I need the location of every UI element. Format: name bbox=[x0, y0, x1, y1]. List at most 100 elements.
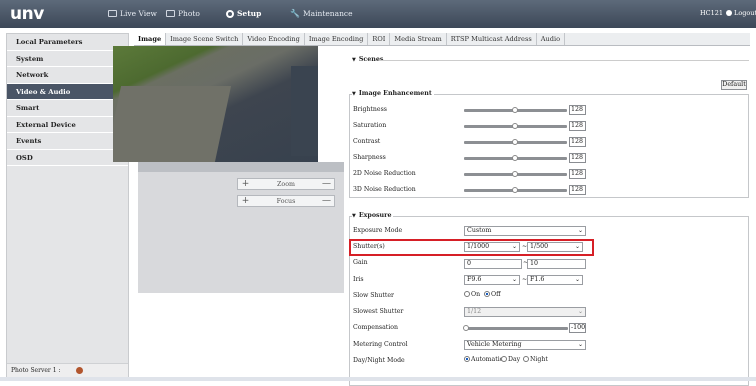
collapse-icon: ▼ bbox=[352, 56, 356, 63]
status-led-icon bbox=[76, 367, 83, 374]
tab-audio[interactable]: Audio bbox=[537, 33, 566, 45]
chevron-down-icon: ⌄ bbox=[511, 276, 517, 283]
zoom-in-button[interactable]: + bbox=[238, 179, 253, 189]
tab-bar: Image Image Scene Switch Video Encoding … bbox=[134, 33, 750, 46]
saturation-label: Saturation bbox=[353, 122, 387, 129]
daynight-label: Day/Night Mode bbox=[353, 357, 405, 364]
iris-label: Iris bbox=[353, 276, 364, 283]
photo-icon bbox=[166, 10, 175, 17]
brightness-value[interactable]: 128 bbox=[569, 105, 586, 115]
exposure-mode-select[interactable]: Custom ⌄ bbox=[464, 226, 586, 236]
sidebar-item-external-device[interactable]: External Device bbox=[7, 116, 128, 133]
top-bar: unv Live View Photo Setup 🔧 Maintenance H… bbox=[0, 0, 756, 28]
radio-icon[interactable] bbox=[464, 291, 470, 297]
sidebar-item-smart[interactable]: Smart bbox=[7, 100, 128, 117]
image-enhancement-header[interactable]: ▼ Image Enhancement bbox=[352, 90, 434, 97]
slider-handle[interactable] bbox=[512, 187, 518, 193]
iris-min-select[interactable]: F9.6 ⌄ bbox=[464, 275, 520, 285]
exposure-mode-label: Exposure Mode bbox=[353, 227, 403, 234]
contrast-value[interactable]: 128 bbox=[569, 137, 586, 147]
focus-control: + Focus — bbox=[237, 195, 335, 207]
slider-handle[interactable] bbox=[463, 325, 469, 331]
slider-handle[interactable] bbox=[512, 107, 518, 113]
compensation-label: Compensation bbox=[353, 324, 398, 331]
nav-live-view[interactable]: Live View bbox=[108, 9, 157, 18]
tab-rtsp-multicast[interactable]: RTSP Multicast Address bbox=[447, 33, 537, 45]
gear-icon bbox=[226, 9, 234, 18]
slow-shutter-off-radio[interactable]: Off bbox=[484, 291, 500, 298]
zoom-control: + Zoom — bbox=[237, 178, 335, 190]
slowest-shutter-select[interactable]: 1/12 ⌄ bbox=[464, 307, 586, 317]
daynight-automatic-radio[interactable]: Automatic bbox=[464, 356, 503, 363]
radio-icon[interactable] bbox=[523, 356, 529, 362]
iris-max-select[interactable]: F1.6 ⌄ bbox=[527, 275, 583, 285]
chevron-down-icon: ⌄ bbox=[574, 276, 580, 283]
zoom-label: Zoom bbox=[277, 180, 295, 188]
exposure-header[interactable]: ▼ Exposure bbox=[352, 212, 394, 219]
monitor-icon bbox=[108, 10, 117, 17]
slider-handle[interactable] bbox=[512, 155, 518, 161]
slider-handle[interactable] bbox=[512, 123, 518, 129]
brightness-slider[interactable] bbox=[464, 107, 567, 113]
wrench-icon: 🔧 bbox=[290, 9, 300, 18]
focus-out-button[interactable]: — bbox=[319, 196, 334, 206]
metering-label: Metering Control bbox=[353, 341, 408, 348]
chevron-down-icon: ⌄ bbox=[577, 308, 583, 315]
username: HC121 bbox=[700, 9, 724, 17]
slow-shutter-on-radio[interactable]: On bbox=[464, 291, 480, 298]
collapse-icon: ▼ bbox=[352, 212, 356, 219]
metering-select[interactable]: Vehicle Metering ⌄ bbox=[464, 340, 586, 350]
chevron-down-icon: ⌄ bbox=[577, 227, 583, 234]
sidebar-item-network[interactable]: Network bbox=[7, 67, 128, 84]
radio-icon[interactable] bbox=[501, 356, 507, 362]
compensation-value[interactable]: -100 bbox=[569, 323, 586, 333]
logout-button[interactable]: Logout bbox=[726, 9, 756, 17]
focus-in-button[interactable]: + bbox=[238, 196, 253, 206]
sharpness-slider[interactable] bbox=[464, 155, 567, 161]
daynight-night-radio[interactable]: Night bbox=[523, 356, 548, 363]
sidebar-item-events[interactable]: Events bbox=[7, 133, 128, 150]
nav-photo[interactable]: Photo bbox=[166, 9, 200, 18]
gain-max-input[interactable]: 10 bbox=[527, 259, 586, 269]
compensation-slider[interactable] bbox=[463, 325, 568, 331]
noise-3d-value[interactable]: 128 bbox=[569, 185, 586, 195]
chevron-down-icon: ⌄ bbox=[577, 341, 583, 348]
tab-media-stream[interactable]: Media Stream bbox=[390, 33, 447, 45]
gain-min-input[interactable]: 0 bbox=[464, 259, 522, 269]
default-button[interactable]: Default bbox=[721, 80, 747, 90]
daynight-day-radio[interactable]: Day bbox=[501, 356, 520, 363]
saturation-slider[interactable] bbox=[464, 123, 567, 129]
gain-label: Gain bbox=[353, 259, 368, 266]
noise-3d-label: 3D Noise Reduction bbox=[353, 186, 416, 193]
slowest-shutter-label: Slowest Shutter bbox=[353, 308, 404, 315]
noise-3d-slider[interactable] bbox=[464, 187, 567, 193]
nav-maintenance[interactable]: 🔧 Maintenance bbox=[290, 9, 353, 18]
saturation-value[interactable]: 128 bbox=[569, 121, 586, 131]
noise-2d-value[interactable]: 128 bbox=[569, 169, 586, 179]
tab-image-scene-switch[interactable]: Image Scene Switch bbox=[166, 33, 244, 45]
noise-2d-slider[interactable] bbox=[464, 171, 567, 177]
taskbar bbox=[0, 377, 756, 381]
sidebar-item-system[interactable]: System bbox=[7, 50, 128, 67]
sidebar-item-video-audio[interactable]: Video & Audio bbox=[7, 83, 128, 100]
sidebar-item-osd[interactable]: OSD bbox=[7, 149, 128, 166]
sidebar: Local Parameters System Network Video & … bbox=[6, 33, 129, 378]
radio-selected-icon[interactable] bbox=[464, 356, 470, 362]
focus-label: Focus bbox=[276, 197, 296, 205]
zoom-out-button[interactable]: — bbox=[319, 179, 334, 189]
radio-selected-icon[interactable] bbox=[484, 291, 490, 297]
tab-image-encoding[interactable]: Image Encoding bbox=[305, 33, 369, 45]
slow-shutter-label: Slow Shutter bbox=[353, 292, 395, 299]
contrast-slider[interactable] bbox=[464, 139, 567, 145]
tab-roi[interactable]: ROI bbox=[368, 33, 391, 45]
nav-setup[interactable]: Setup bbox=[226, 9, 261, 18]
tab-image[interactable]: Image bbox=[134, 33, 167, 45]
sidebar-item-local-parameters[interactable]: Local Parameters bbox=[7, 34, 128, 51]
tab-video-encoding[interactable]: Video Encoding bbox=[243, 33, 305, 45]
preview-toolbar bbox=[138, 162, 344, 172]
brand-logo: unv bbox=[10, 4, 44, 24]
sharpness-value[interactable]: 128 bbox=[569, 153, 586, 163]
slider-handle[interactable] bbox=[512, 139, 518, 145]
video-preview[interactable] bbox=[113, 46, 318, 162]
slider-handle[interactable] bbox=[512, 171, 518, 177]
